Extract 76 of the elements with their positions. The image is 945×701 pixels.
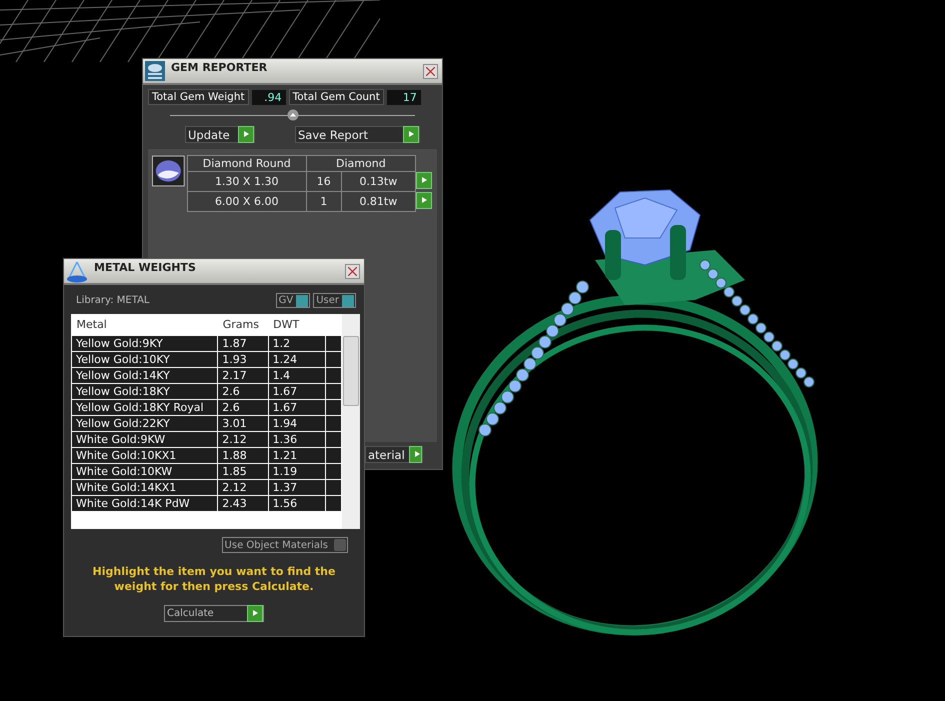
- table-cell: 1.21: [268, 448, 326, 464]
- table-cell: 1.4: [268, 368, 326, 384]
- table-cell: 2.6: [218, 400, 268, 416]
- table-row[interactable]: Yellow Gold:9KY 1.87 1.2: [72, 336, 342, 352]
- table-cell: White Gold:14KX1: [72, 480, 218, 496]
- table-cell: White Gold:14K PdW: [72, 496, 218, 512]
- table-cell: 1.93: [218, 352, 268, 368]
- table-cell: 1.30 X 1.30: [187, 172, 306, 192]
- table-cell: 1.2: [268, 336, 326, 352]
- table-cell: Yellow Gold:22KY: [72, 416, 218, 432]
- collapse-knob-icon[interactable]: [286, 109, 298, 121]
- action-button[interactable]: Update: [185, 126, 255, 143]
- table-row[interactable]: White Gold:10KX1 1.88 1.21: [72, 448, 342, 464]
- total-count-label: Total Gem Count: [288, 89, 384, 105]
- material-button[interactable]: aterial: [365, 446, 423, 463]
- table-cell: 0.81tw: [341, 192, 416, 212]
- table-cell: 2.6: [218, 384, 268, 400]
- table-cell: 2.17: [218, 368, 268, 384]
- table-cell: 1.67: [268, 384, 326, 400]
- table-cell: 2.12: [218, 480, 268, 496]
- table-cell: 2.12: [218, 432, 268, 448]
- table-row[interactable]: White Gold:9KW 2.12 1.36: [72, 432, 342, 448]
- close-button[interactable]: [345, 264, 360, 279]
- table-cell: 1.67: [268, 400, 326, 416]
- table-cell: 1.37: [268, 480, 326, 496]
- table-cell: 1.36: [268, 432, 326, 448]
- table-row[interactable]: Yellow Gold:10KY 1.93 1.24: [72, 352, 342, 368]
- window-title: METAL WEIGHTS: [94, 260, 197, 274]
- table-cell: 2.43: [218, 496, 268, 512]
- scrollbar[interactable]: [342, 314, 360, 529]
- column-header: Diamond Round: [187, 156, 306, 172]
- library-label: Library: METAL: [76, 295, 150, 306]
- use-object-materials-button[interactable]: Use Object Materials: [222, 537, 348, 553]
- table-cell: Yellow Gold:18KY: [72, 384, 218, 400]
- table-cell: White Gold:10KX1: [72, 448, 218, 464]
- table-row[interactable]: White Gold:10KW 1.85 1.19: [72, 464, 342, 480]
- table-cell: Yellow Gold:18KY Royal: [72, 400, 218, 416]
- table-cell: 3.01: [218, 416, 268, 432]
- total-count-value: 17: [386, 90, 421, 104]
- table-row[interactable]: White Gold:14K PdW 2.43 1.56: [72, 496, 342, 512]
- column-header: Diamond: [306, 156, 416, 172]
- table-cell: Yellow Gold:10KY: [72, 352, 218, 368]
- action-button[interactable]: Save Report: [295, 126, 420, 143]
- table-row[interactable]: White Gold:14KX1 2.12 1.37: [72, 480, 342, 496]
- total-weight-label: Total Gem Weight: [148, 89, 249, 105]
- table-cell: Yellow Gold:14KY: [72, 368, 218, 384]
- table-cell: 1: [306, 192, 342, 212]
- table-cell: 6.00 X 6.00: [187, 192, 306, 212]
- scale-icon: [66, 261, 88, 283]
- calculate-button[interactable]: Calculate: [164, 604, 264, 622]
- table-row[interactable]: Yellow Gold:18KY 2.6 1.67: [72, 384, 342, 400]
- table-cell: 1.56: [268, 496, 326, 512]
- table-cell: 16: [306, 172, 342, 192]
- table-cell: White Gold:9KW: [72, 432, 218, 448]
- table-row[interactable]: Yellow Gold:14KY 2.17 1.4: [72, 368, 342, 384]
- total-weight-value: .94: [252, 90, 286, 104]
- play-button[interactable]: [416, 192, 432, 208]
- table-cell: 1.94: [268, 416, 326, 432]
- table-cell: 1.19: [268, 464, 326, 480]
- table-cell: 1.24: [268, 352, 326, 368]
- gem-report-icon: [145, 61, 165, 81]
- toggle-button[interactable]: GV: [276, 293, 310, 308]
- close-button[interactable]: [423, 64, 438, 79]
- table-cell: 1.88: [218, 448, 268, 464]
- table-cell: 0.13tw: [341, 172, 416, 192]
- toggle-button[interactable]: User: [313, 293, 356, 308]
- table-cell: 1.85: [218, 464, 268, 480]
- round-gem-icon: [152, 155, 185, 187]
- instructions-text: Highlight the item you want to find the weight for then press Calculate.: [92, 565, 336, 595]
- table-cell: Yellow Gold:9KY: [72, 336, 218, 352]
- table-row[interactable]: Yellow Gold:22KY 3.01 1.94: [72, 416, 342, 432]
- table-cell: 1.87: [218, 336, 268, 352]
- window-title: GEM REPORTER: [171, 60, 268, 74]
- play-button[interactable]: [416, 172, 432, 188]
- table-row[interactable]: Yellow Gold:18KY Royal 2.6 1.67: [72, 400, 342, 416]
- table-cell: White Gold:10KW: [72, 464, 218, 480]
